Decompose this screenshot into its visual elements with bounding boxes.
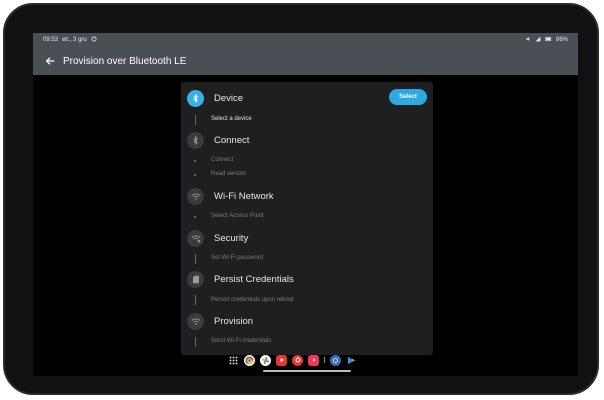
status-time: 09:53 xyxy=(43,37,59,43)
chrome-icon[interactable] xyxy=(244,354,255,366)
youtube-music-icon[interactable] xyxy=(308,354,319,366)
mute-icon xyxy=(525,36,531,44)
wifi-network-icon xyxy=(187,187,204,205)
bluetooth-icon xyxy=(187,89,204,107)
step-security: Security xyxy=(187,228,248,248)
step-connector xyxy=(195,254,196,264)
step-provision: Provision xyxy=(187,311,253,331)
wifi-lock-icon xyxy=(187,229,204,247)
battery-icon xyxy=(545,36,552,44)
step-device: Device xyxy=(187,88,243,108)
youtube-icon[interactable] xyxy=(276,354,287,366)
step-subtitle: Send Wi-Fi credentials xyxy=(211,338,272,344)
step-title: Connect xyxy=(214,134,250,146)
status-bar: 09:53 wt., 3 gru 86% xyxy=(33,33,578,47)
substep-marker xyxy=(194,174,196,176)
step-title: Security xyxy=(214,232,249,244)
app-drawer-icon[interactable] xyxy=(228,355,239,366)
substep-label: Read version xyxy=(211,171,247,177)
settings-gear-icon[interactable] xyxy=(330,354,341,366)
back-arrow-icon[interactable] xyxy=(43,54,57,68)
battery-level: 86% xyxy=(555,37,568,43)
step-subtitle: Select a device xyxy=(211,116,252,122)
taskbar xyxy=(228,353,357,367)
step-title: Wi-Fi Network xyxy=(214,190,274,202)
select-device-button[interactable]: Select xyxy=(389,89,427,105)
substep-label: Select Access Point xyxy=(211,213,264,219)
app-bar: Provision over Bluetooth LE xyxy=(33,47,578,75)
wifi-icon xyxy=(187,312,204,330)
sd-card-icon xyxy=(187,270,204,288)
step-wifi-network: Wi-Fi Network xyxy=(187,186,274,206)
step-connector xyxy=(195,115,196,125)
step-connector xyxy=(195,295,196,305)
camera-icon[interactable] xyxy=(292,354,303,366)
step-subtitle: Persist credentials upon reboot xyxy=(211,297,294,303)
substep-label: Connect xyxy=(211,157,234,163)
step-title: Device xyxy=(214,92,244,104)
bluetooth-connect-icon xyxy=(187,131,204,149)
page-title: Provision over Bluetooth LE xyxy=(63,55,187,67)
screen: 09:53 wt., 3 gru 86% Provision over Blue… xyxy=(33,33,578,376)
device-frame: 09:53 wt., 3 gru 86% Provision over Blue… xyxy=(3,3,599,395)
provisioning-stepper: Device Select Select a device Connect Co… xyxy=(181,82,433,355)
signal-icon xyxy=(535,36,541,44)
photos-icon[interactable] xyxy=(260,354,271,366)
step-title: Persist Credentials xyxy=(214,273,294,285)
sync-icon xyxy=(91,36,97,44)
play-store-icon[interactable] xyxy=(346,355,357,366)
step-connector xyxy=(195,337,196,347)
step-connect: Connect xyxy=(187,130,249,150)
status-date: wt., 3 gru xyxy=(62,37,87,43)
home-indicator[interactable] xyxy=(263,370,351,372)
step-persist-credentials: Persist Credentials xyxy=(187,269,294,289)
step-subtitle: Set Wi-Fi password xyxy=(211,255,264,261)
taskbar-divider xyxy=(324,357,325,363)
substep-marker xyxy=(194,160,196,162)
step-title: Provision xyxy=(214,315,254,327)
substep-marker xyxy=(194,216,196,218)
